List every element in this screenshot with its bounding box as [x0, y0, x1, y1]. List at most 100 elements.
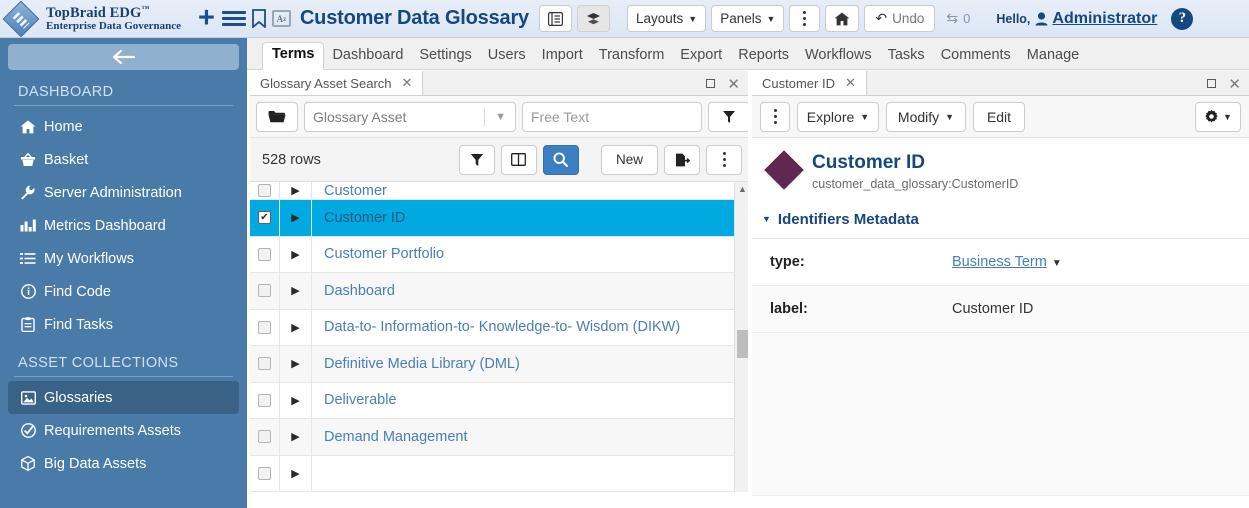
brand-block[interactable]: TopBraid EDG™ Enterprise Data Governance: [0, 5, 190, 33]
tab-export[interactable]: Export: [672, 47, 730, 69]
sidebar-item-requirements-assets[interactable]: Requirements Assets: [0, 414, 247, 447]
row-checkbox[interactable]: [258, 284, 271, 297]
tab-users[interactable]: Users: [480, 47, 534, 69]
row-checkbox[interactable]: [258, 321, 271, 334]
table-row[interactable]: ▶ Customer: [250, 182, 748, 200]
header-more-button[interactable]: [789, 5, 820, 32]
folder-icon[interactable]: [256, 102, 298, 132]
user-name-link[interactable]: Administrator: [1052, 10, 1157, 28]
row-checkbox[interactable]: [258, 430, 271, 443]
expand-triangle-icon[interactable]: ▶: [280, 237, 312, 273]
sidebar-item-home[interactable]: Home: [0, 110, 247, 143]
filter-button[interactable]: [459, 145, 495, 175]
chevron-down-icon[interactable]: ▼: [1052, 258, 1062, 269]
row-checkbox-cell[interactable]: [250, 237, 280, 273]
sidebar-item-basket[interactable]: Basket: [0, 143, 247, 176]
tab-tasks[interactable]: Tasks: [880, 47, 933, 69]
layouts-button[interactable]: Layouts ▼: [627, 5, 706, 32]
expand-triangle-icon[interactable]: ▶: [280, 200, 312, 236]
row-name-link[interactable]: Dashboard: [312, 283, 395, 299]
table-row[interactable]: ▶ Deliverable: [250, 383, 748, 420]
edit-button[interactable]: Edit: [973, 102, 1025, 132]
panel-tab-glossary-asset-search[interactable]: Glossary Asset Search ✕: [250, 71, 423, 95]
settings-button[interactable]: ▼: [1195, 102, 1241, 132]
sidebar-item-big-data-assets[interactable]: Big Data Assets: [0, 447, 247, 480]
row-checkbox[interactable]: [258, 184, 271, 197]
sidebar-back-button[interactable]: [8, 44, 239, 70]
close-icon[interactable]: ✕: [845, 75, 856, 91]
collapse-triangle-icon[interactable]: ▼: [762, 214, 771, 224]
table-row[interactable]: ▶: [250, 456, 748, 493]
new-button[interactable]: New: [601, 145, 658, 175]
business-term-link[interactable]: Business Term: [952, 254, 1047, 270]
sidebar-item-find-tasks[interactable]: Find Tasks: [0, 308, 247, 341]
row-checkbox-cell[interactable]: [250, 419, 280, 455]
plus-icon[interactable]: +: [198, 4, 215, 33]
results-more-button[interactable]: [706, 145, 742, 175]
row-checkbox-cell[interactable]: [250, 310, 280, 346]
tab-settings[interactable]: Settings: [411, 47, 479, 69]
sync-status[interactable]: ⇆ 0: [946, 10, 970, 27]
bookmark-icon[interactable]: [252, 9, 266, 28]
table-row[interactable]: ▶ Dashboard: [250, 273, 748, 310]
export-button[interactable]: [664, 145, 700, 175]
home-button[interactable]: [825, 5, 859, 32]
row-checkbox[interactable]: [258, 248, 271, 261]
tab-import[interactable]: Import: [534, 47, 591, 69]
table-row[interactable]: ▶ Data-to- Information-to- Knowledge-to-…: [250, 310, 748, 347]
maximize-icon[interactable]: [706, 79, 715, 88]
columns-button[interactable]: [501, 145, 537, 175]
expand-triangle-icon[interactable]: ▶: [280, 273, 312, 309]
row-checkbox-cell[interactable]: [250, 383, 280, 419]
sidebar-item-find-code[interactable]: Find Code: [0, 275, 247, 308]
row-name-link[interactable]: Customer Portfolio: [312, 246, 444, 262]
row-name-link[interactable]: Demand Management: [312, 429, 467, 445]
row-checkbox-cell[interactable]: ✔: [250, 200, 280, 236]
modify-button[interactable]: Modify ▼: [886, 102, 966, 132]
tab-reports[interactable]: Reports: [730, 47, 797, 69]
close-icon[interactable]: ✕: [1228, 75, 1241, 93]
row-name-link[interactable]: Deliverable: [312, 392, 397, 408]
search-button[interactable]: [543, 145, 579, 175]
expand-triangle-icon[interactable]: ▶: [280, 182, 312, 199]
row-name-link[interactable]: Definitive Media Library (DML): [312, 356, 520, 372]
help-question-icon[interactable]: ?: [1171, 8, 1193, 30]
tab-transform[interactable]: Transform: [591, 47, 673, 69]
expand-triangle-icon[interactable]: ▶: [280, 346, 312, 382]
row-checkbox[interactable]: [258, 467, 271, 480]
tab-workflows[interactable]: Workflows: [797, 47, 880, 69]
row-checkbox-cell[interactable]: [250, 456, 280, 492]
scroll-up-icon[interactable]: ▲: [738, 184, 747, 194]
row-checkbox[interactable]: [258, 357, 271, 370]
row-checkbox-cell[interactable]: [250, 182, 280, 199]
sidebar-item-my-workflows[interactable]: My Workflows: [0, 242, 247, 275]
tab-dashboard[interactable]: Dashboard: [324, 47, 411, 69]
tab-terms[interactable]: Terms: [262, 42, 324, 70]
resource-more-button[interactable]: [760, 102, 790, 132]
sidebar-item-server-administration[interactable]: Server Administration: [0, 176, 247, 209]
row-name-link[interactable]: Customer: [312, 183, 387, 199]
close-icon[interactable]: ✕: [402, 75, 413, 91]
table-row[interactable]: ▶ Definitive Media Library (DML): [250, 346, 748, 383]
tab-comments[interactable]: Comments: [933, 47, 1019, 69]
expand-triangle-icon[interactable]: ▶: [280, 310, 312, 346]
asset-type-select[interactable]: Glossary Asset ▼: [304, 102, 516, 132]
tab-manage[interactable]: Manage: [1019, 47, 1087, 69]
expand-triangle-icon[interactable]: ▶: [280, 419, 312, 455]
row-checkbox[interactable]: ✔: [258, 211, 271, 224]
expand-triangle-icon[interactable]: ▶: [280, 383, 312, 419]
panel-tab-customer-id[interactable]: Customer ID ✕: [752, 71, 867, 95]
layers-icon[interactable]: [577, 5, 610, 32]
sidebar-item-metrics-dashboard[interactable]: Metrics Dashboard: [0, 209, 247, 242]
undo-button[interactable]: ↶ Undo: [864, 5, 935, 32]
maximize-icon[interactable]: [1207, 79, 1216, 88]
row-name-link[interactable]: Customer ID: [312, 210, 405, 226]
table-vertical-scrollbar[interactable]: ▲: [734, 182, 748, 492]
close-icon[interactable]: ✕: [727, 75, 740, 93]
alphabetical-sort-icon[interactable]: Az: [272, 10, 291, 27]
scrollbar-thumb[interactable]: [737, 330, 748, 358]
panels-button[interactable]: Panels ▼: [711, 5, 784, 32]
free-text-input[interactable]: Free Text: [522, 102, 702, 132]
sidebar-item-glossaries[interactable]: Glossaries: [8, 381, 239, 414]
row-name-link[interactable]: Data-to- Information-to- Knowledge-to- W…: [312, 319, 680, 335]
